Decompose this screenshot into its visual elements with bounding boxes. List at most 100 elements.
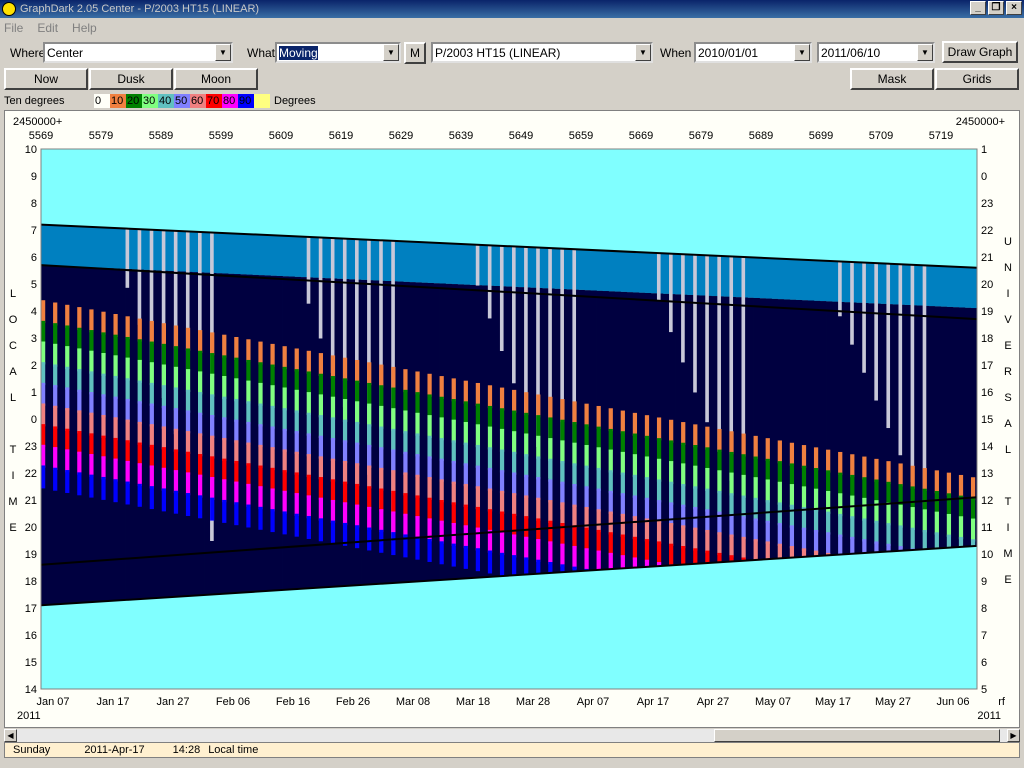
- night-band: [602, 291, 610, 570]
- altitude-stripe: [693, 548, 698, 564]
- altitude-stripe: [391, 490, 396, 514]
- twilight-band: [59, 225, 66, 266]
- twilight-band: [892, 263, 899, 305]
- date-from-select[interactable]: 2010/01/01 ▼: [694, 42, 812, 63]
- what-label: What: [247, 46, 276, 60]
- altitude-stripe: [741, 454, 746, 478]
- what-select[interactable]: Moving ▼: [275, 42, 401, 63]
- chevron-down-icon[interactable]: ▼: [383, 44, 399, 61]
- left-axis-title-letter: E: [9, 522, 16, 534]
- altitude-stripe: [403, 513, 408, 537]
- altitude-stripe: [198, 330, 203, 354]
- close-button[interactable]: ×: [1006, 1, 1022, 15]
- twilight-band: [451, 243, 459, 285]
- menu-help[interactable]: Help: [72, 21, 97, 35]
- moon-stripe: [306, 236, 311, 304]
- altitude-stripe: [101, 456, 106, 480]
- moon-button[interactable]: Moon: [174, 68, 258, 90]
- altitude-stripe: [524, 557, 529, 575]
- title-bar: GraphDark 2.05 Center - P/2003 HT15 (LIN…: [0, 0, 1024, 18]
- altitude-stripe: [125, 481, 130, 505]
- object-select[interactable]: P/2003 HT15 (LINEAR) ▼: [431, 42, 653, 63]
- grids-button[interactable]: Grids: [935, 68, 1019, 90]
- chevron-down-icon[interactable]: ▼: [215, 44, 231, 61]
- altitude-stripe: [77, 431, 82, 454]
- altitude-stripe: [294, 410, 299, 434]
- menu-file[interactable]: File: [4, 21, 23, 35]
- altitude-graph[interactable]: 10 9 8 7 6 5 4 3 2 1 0 23 22 21 20 19 18 17 16 15 14 1 0 23 22 21…: [4, 110, 1020, 728]
- minimize-button[interactable]: _: [970, 1, 986, 15]
- altitude-stripe: [210, 497, 215, 521]
- altitude-stripe: [524, 454, 529, 478]
- altitude-stripe: [113, 334, 118, 358]
- altitude-stripe: [548, 479, 553, 503]
- altitude-legend: Ten degrees 0 10 20 30 40 50 60 70 80 90 Degrees: [4, 92, 1020, 109]
- twilight-band: [324, 237, 332, 279]
- altitude-stripe: [548, 562, 553, 574]
- altitude-stripe: [101, 435, 106, 459]
- ut-time-tick: 14: [981, 441, 993, 453]
- altitude-stripe: [560, 399, 565, 423]
- altitude-stripe: [427, 435, 432, 459]
- chevron-down-icon[interactable]: ▼: [635, 44, 651, 61]
- night-band: [252, 274, 259, 592]
- ut-time-tick: 5: [981, 684, 987, 696]
- scroll-left-icon[interactable]: ◀: [4, 729, 17, 742]
- dusk-button[interactable]: Dusk: [89, 68, 173, 90]
- chevron-down-icon[interactable]: ▼: [794, 44, 810, 61]
- altitude-stripe: [705, 550, 710, 564]
- night-band: [397, 281, 404, 583]
- date-tick: Jan 27: [156, 696, 189, 708]
- altitude-stripe: [826, 490, 831, 514]
- scroll-right-icon[interactable]: ▶: [1007, 729, 1020, 742]
- altitude-stripe: [717, 532, 722, 556]
- altitude-stripe: [898, 463, 903, 487]
- altitude-stripe: [970, 497, 976, 521]
- menu-edit[interactable]: Edit: [37, 21, 58, 35]
- altitude-stripe: [185, 369, 191, 393]
- altitude-stripe: [632, 516, 638, 540]
- altitude-stripe: [137, 483, 142, 507]
- altitude-stripe: [584, 444, 589, 468]
- date-to-select[interactable]: 2011/06/10 ▼: [817, 42, 935, 63]
- altitude-stripe: [65, 346, 70, 370]
- altitude-stripe: [717, 552, 722, 563]
- altitude-stripe: [161, 426, 167, 450]
- night-band: [856, 302, 863, 554]
- date-tick: Jan 17: [96, 696, 129, 708]
- horizontal-scrollbar[interactable]: ◀ ▶: [4, 729, 1020, 742]
- altitude-stripe: [862, 518, 867, 542]
- altitude-stripe: [487, 467, 493, 491]
- restore-button[interactable]: ❐: [988, 1, 1004, 15]
- night-band: [747, 297, 754, 561]
- altitude-stripe: [934, 491, 939, 514]
- mask-button[interactable]: Mask: [850, 68, 934, 90]
- draw-graph-button[interactable]: Draw Graph: [942, 41, 1018, 63]
- m-button[interactable]: M: [404, 42, 426, 64]
- altitude-stripe: [270, 426, 275, 450]
- altitude-stripe: [258, 362, 263, 386]
- altitude-stripe: [342, 357, 348, 381]
- date-tick: Mar 28: [516, 696, 550, 708]
- scroll-thumb[interactable]: [714, 729, 1000, 742]
- ut-time-tick: 0: [981, 171, 987, 183]
- graph-canvas[interactable]: 1098765432102322212019181716151410232221…: [5, 111, 1019, 727]
- twilight-band: [608, 250, 616, 292]
- altitude-stripe: [415, 371, 420, 395]
- night-band: [95, 267, 102, 602]
- chevron-down-icon[interactable]: ▼: [917, 44, 933, 61]
- altitude-stripe: [137, 359, 142, 383]
- moon-stripe: [499, 245, 504, 352]
- altitude-stripe: [330, 458, 336, 482]
- status-mode: Local time: [208, 744, 259, 756]
- altitude-stripe: [717, 470, 722, 494]
- now-button[interactable]: Now: [4, 68, 88, 90]
- night-band: [167, 270, 175, 598]
- altitude-stripe: [536, 539, 541, 563]
- night-band: [119, 268, 126, 601]
- altitude-stripe: [403, 472, 408, 496]
- altitude-stripe: [789, 484, 795, 508]
- altitude-stripe: [185, 410, 191, 434]
- moon-stripe: [717, 255, 721, 452]
- where-select[interactable]: Center ▼: [43, 42, 233, 63]
